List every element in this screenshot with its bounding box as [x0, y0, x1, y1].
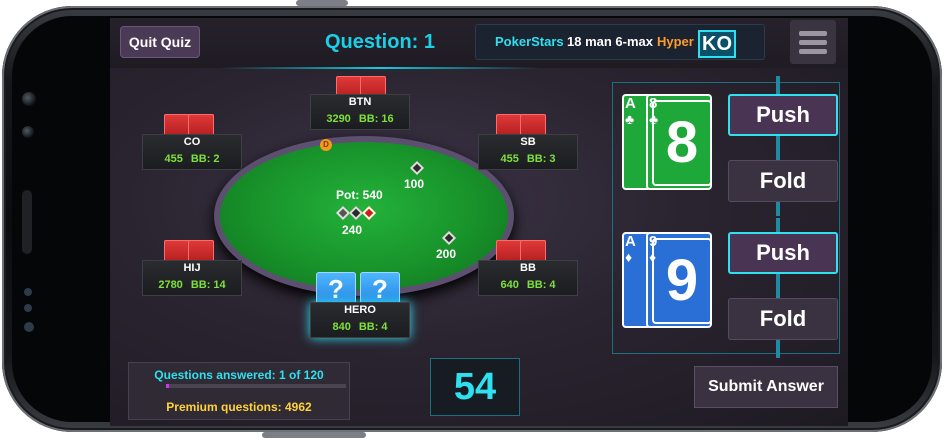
- progress-box: Questions answered: 1 of 120 Premium que…: [128, 362, 350, 420]
- sensor-dot: [24, 322, 34, 332]
- card-back: [188, 240, 214, 262]
- seat-stack: 840 BB: 4: [310, 321, 410, 333]
- diamonds-suit-icon: ♦: [625, 249, 633, 265]
- stack-bb: BB: 2: [190, 153, 220, 165]
- seat-name: HERO: [344, 304, 376, 316]
- seat-co: CO 455 BB: 2: [142, 134, 242, 170]
- stack-value: 2780: [158, 279, 183, 291]
- seat-name: HIJ: [183, 262, 201, 274]
- dealer-button-icon: D: [320, 139, 332, 151]
- pot-chips-amount: 240: [342, 223, 363, 237]
- seat-stack: 455 BB: 3: [478, 153, 578, 165]
- fold-button-hand-1[interactable]: Fold: [728, 160, 838, 202]
- stack-bb: BB: 4: [358, 321, 388, 333]
- clubs-suit-icon: ♣: [625, 111, 635, 127]
- stack-bb: BB: 16: [358, 113, 394, 125]
- game-format: 18 man 6-max: [567, 34, 653, 49]
- hamburger-menu-icon[interactable]: [790, 20, 836, 64]
- stack-bb: BB: 4: [526, 279, 556, 291]
- quit-quiz-button[interactable]: Quit Quiz: [120, 26, 200, 58]
- bb-bet: 200: [436, 247, 457, 261]
- hand-big-rank: 8: [652, 100, 712, 186]
- card-rank: A: [625, 95, 636, 112]
- menu-line: [799, 40, 827, 45]
- seat-sb: SB 455 BB: 3: [478, 134, 578, 170]
- push-button-hand-1[interactable]: Push: [728, 94, 838, 136]
- stack-bb: BB: 3: [526, 153, 556, 165]
- card-back: [164, 240, 190, 262]
- fold-button-hand-2[interactable]: Fold: [728, 298, 838, 340]
- phone-side-button-bottom: [262, 432, 366, 438]
- seat-name: SB: [520, 136, 536, 148]
- sensor-dot: [24, 304, 32, 312]
- stack-value: 640: [500, 279, 519, 291]
- seat-name: BTN: [348, 96, 372, 108]
- stack-value: 455: [500, 153, 519, 165]
- stack-value: 3290: [326, 113, 351, 125]
- phone-side-button-top: [296, 0, 348, 6]
- submit-answer-button[interactable]: Submit Answer: [694, 366, 838, 408]
- hand-option-1[interactable]: A ♣ 8 ♣ 8: [622, 94, 712, 194]
- card-back: [520, 114, 546, 136]
- card-back: [496, 114, 522, 136]
- seat-btn: BTN 3290 BB: 16: [310, 94, 410, 130]
- game-site: PokerStars: [495, 34, 564, 49]
- questions-answered: Questions answered: 1 of 120: [154, 368, 324, 382]
- hero-card-hidden: ?: [316, 272, 356, 306]
- stack-value: 840: [332, 321, 351, 333]
- push-button-hand-2[interactable]: Push: [728, 232, 838, 274]
- seat-hij: HIJ 2780 BB: 14: [142, 260, 242, 296]
- seat-stack: 2780 BB: 14: [142, 279, 242, 291]
- seat-stack: 3290 BB: 16: [310, 113, 410, 125]
- hand-option-2[interactable]: A ♦ 9 ♦ 9: [622, 232, 712, 332]
- progress-bar: [166, 384, 346, 388]
- ko-badge: KO: [698, 30, 736, 58]
- app-screen: Quit Quiz Question: 1 PokerStars 18 man …: [110, 18, 848, 426]
- stack-value: 455: [164, 153, 183, 165]
- progress-fill: [166, 384, 169, 388]
- hero-card-hidden: ?: [360, 272, 400, 306]
- question-title: Question: 1: [324, 31, 435, 53]
- seat-bb: BB 640 BB: 4: [478, 260, 578, 296]
- card-back: [520, 240, 546, 262]
- card-rank: A: [625, 233, 636, 250]
- stack-bb: BB: 14: [190, 279, 226, 291]
- seat-hero: HERO 840 BB: 4: [310, 302, 410, 338]
- seat-name: CO: [183, 136, 201, 148]
- menu-line: [799, 49, 827, 54]
- seat-stack: 455 BB: 2: [142, 153, 242, 165]
- seat-name: BB: [520, 262, 536, 274]
- seat-stack: 640 BB: 4: [478, 279, 578, 291]
- sb-bet: 100: [404, 177, 425, 191]
- card-back: [496, 240, 522, 262]
- card-back: [164, 114, 190, 136]
- front-camera-icon: [22, 92, 36, 106]
- menu-line: [799, 31, 827, 36]
- game-speed: Hyper: [657, 34, 694, 49]
- card-back: [188, 114, 214, 136]
- title-underline: [220, 67, 540, 69]
- countdown-timer: 54: [430, 358, 520, 416]
- pot-label: Pot: 540: [336, 188, 383, 202]
- hand-big-rank: 9: [652, 238, 712, 324]
- premium-questions: Premium questions: 4962: [166, 400, 312, 414]
- phone-speaker: [22, 190, 32, 254]
- sensor-dot: [24, 288, 32, 296]
- sensor-icon: [22, 126, 34, 138]
